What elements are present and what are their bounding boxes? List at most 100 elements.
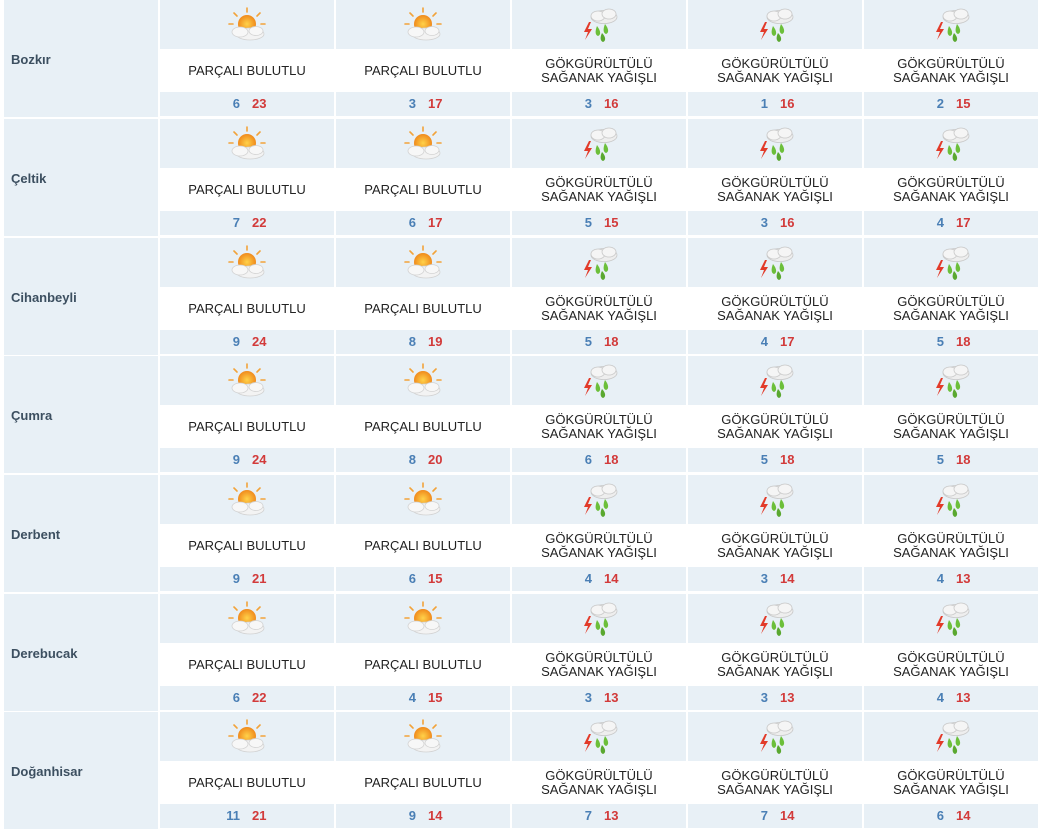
description-band: PARÇALI BULUTLU bbox=[160, 524, 334, 567]
temperature-band: 6 22 bbox=[160, 686, 334, 710]
partly-cloudy-icon bbox=[226, 244, 268, 282]
city-cell: Çeltik bbox=[4, 119, 158, 236]
temperature-band: 3 17 bbox=[336, 92, 510, 116]
max-temperature: 23 bbox=[252, 96, 267, 111]
max-temperature: 13 bbox=[956, 571, 971, 586]
max-temperature: 21 bbox=[252, 808, 267, 823]
forecast-row: Cihanbeyli PARÇALI BULUTLU 9 24 PARÇALI BU… bbox=[4, 238, 1038, 355]
min-temperature: 5 bbox=[760, 452, 768, 467]
partly-cloudy-icon bbox=[402, 362, 444, 400]
min-temperature: 8 bbox=[408, 452, 416, 467]
icon-band bbox=[688, 712, 862, 761]
description-band: GÖKGÜRÜLTÜLÜ SAĞANAK YAĞIŞLI bbox=[688, 168, 862, 211]
temperature-band: 4 17 bbox=[688, 330, 862, 354]
day-cell: PARÇALI BULUTLU 7 22 bbox=[160, 119, 334, 236]
icon-band bbox=[688, 356, 862, 405]
description-band: PARÇALI BULUTLU bbox=[336, 287, 510, 330]
description-band: GÖKGÜRÜLTÜLÜ SAĞANAK YAĞIŞLI bbox=[512, 761, 686, 804]
icon-band bbox=[160, 119, 334, 168]
weather-description: PARÇALI BULUTLU bbox=[188, 656, 306, 672]
description-band: GÖKGÜRÜLTÜLÜ SAĞANAK YAĞIŞLI bbox=[688, 49, 862, 92]
icon-band bbox=[688, 475, 862, 524]
weather-description: PARÇALI BULUTLU bbox=[364, 181, 482, 197]
city-name: Çumra bbox=[11, 408, 53, 423]
weather-description: PARÇALI BULUTLU bbox=[364, 656, 482, 672]
partly-cloudy-icon bbox=[402, 718, 444, 756]
temperature-band: 6 23 bbox=[160, 92, 334, 116]
temperature-band: 7 14 bbox=[688, 804, 862, 828]
temperature-band: 6 17 bbox=[336, 211, 510, 235]
icon-band bbox=[688, 238, 862, 287]
description-band: GÖKGÜRÜLTÜLÜ SAĞANAK YAĞIŞLI bbox=[512, 49, 686, 92]
max-temperature: 18 bbox=[956, 452, 971, 467]
icon-band bbox=[336, 238, 510, 287]
temperature-band: 1 16 bbox=[688, 92, 862, 116]
city-name: Derebucak bbox=[11, 646, 78, 661]
day-cell: PARÇALI BULUTLU 6 15 bbox=[336, 475, 510, 592]
icon-band bbox=[512, 0, 686, 49]
temperature-band: 5 18 bbox=[864, 448, 1038, 472]
icon-band bbox=[512, 238, 686, 287]
thunderstorm-icon bbox=[754, 481, 796, 519]
thunderstorm-icon bbox=[930, 6, 972, 44]
city-name: Bozkır bbox=[11, 52, 51, 67]
temperature-band: 5 18 bbox=[688, 448, 862, 472]
icon-band bbox=[864, 238, 1038, 287]
icon-band bbox=[160, 475, 334, 524]
weather-description: GÖKGÜRÜLTÜLÜ SAĞANAK YAĞIŞLI bbox=[541, 174, 657, 204]
temperature-band: 3 16 bbox=[688, 211, 862, 235]
thunderstorm-icon bbox=[930, 244, 972, 282]
max-temperature: 15 bbox=[428, 571, 443, 586]
day-cell: PARÇALI BULUTLU 9 24 bbox=[160, 238, 334, 355]
max-temperature: 17 bbox=[780, 334, 795, 349]
day-cell: GÖKGÜRÜLTÜLÜ SAĞANAK YAĞIŞLI 3 13 bbox=[688, 594, 862, 711]
thunderstorm-icon bbox=[578, 6, 620, 44]
temperature-band: 6 14 bbox=[864, 804, 1038, 828]
day-cell: GÖKGÜRÜLTÜLÜ SAĞANAK YAĞIŞLI 4 17 bbox=[864, 119, 1038, 236]
icon-band bbox=[864, 594, 1038, 643]
max-temperature: 21 bbox=[252, 571, 267, 586]
description-band: GÖKGÜRÜLTÜLÜ SAĞANAK YAĞIŞLI bbox=[688, 524, 862, 567]
day-cell: GÖKGÜRÜLTÜLÜ SAĞANAK YAĞIŞLI 4 13 bbox=[864, 594, 1038, 711]
thunderstorm-icon bbox=[578, 125, 620, 163]
thunderstorm-icon bbox=[930, 600, 972, 638]
temperature-band: 9 14 bbox=[336, 804, 510, 828]
max-temperature: 15 bbox=[956, 96, 971, 111]
city-name: Çeltik bbox=[11, 171, 47, 186]
thunderstorm-icon bbox=[930, 481, 972, 519]
description-band: PARÇALI BULUTLU bbox=[160, 49, 334, 92]
day-cell: PARÇALI BULUTLU 6 17 bbox=[336, 119, 510, 236]
weather-description: GÖKGÜRÜLTÜLÜ SAĞANAK YAĞIŞLI bbox=[893, 767, 1009, 797]
weather-description: GÖKGÜRÜLTÜLÜ SAĞANAK YAĞIŞLI bbox=[893, 530, 1009, 560]
city-cell: Cihanbeyli bbox=[4, 238, 158, 355]
max-temperature: 17 bbox=[428, 96, 443, 111]
min-temperature: 4 bbox=[408, 690, 416, 705]
icon-band bbox=[512, 594, 686, 643]
max-temperature: 24 bbox=[252, 452, 267, 467]
max-temperature: 14 bbox=[780, 808, 795, 823]
max-temperature: 17 bbox=[428, 215, 443, 230]
day-cell: GÖKGÜRÜLTÜLÜ SAĞANAK YAĞIŞLI 4 13 bbox=[864, 475, 1038, 592]
day-cell: GÖKGÜRÜLTÜLÜ SAĞANAK YAĞIŞLI 2 15 bbox=[864, 0, 1038, 117]
min-temperature: 4 bbox=[760, 334, 768, 349]
forecast-row: Doğanhisar PARÇALI BULUTLU 11 21 PARÇALI B… bbox=[4, 712, 1038, 829]
max-temperature: 16 bbox=[780, 96, 795, 111]
max-temperature: 19 bbox=[428, 334, 443, 349]
icon-band bbox=[864, 356, 1038, 405]
min-temperature: 9 bbox=[408, 808, 416, 823]
weather-description: PARÇALI BULUTLU bbox=[188, 418, 306, 434]
icon-band bbox=[160, 238, 334, 287]
min-temperature: 3 bbox=[584, 690, 592, 705]
partly-cloudy-icon bbox=[226, 600, 268, 638]
day-cell: PARÇALI BULUTLU 4 15 bbox=[336, 594, 510, 711]
min-temperature: 2 bbox=[936, 96, 944, 111]
min-temperature: 5 bbox=[584, 215, 592, 230]
description-band: PARÇALI BULUTLU bbox=[160, 761, 334, 804]
forecast-row: Çumra PARÇALI BULUTLU 9 24 PARÇALI BULUTLU… bbox=[4, 356, 1038, 473]
description-band: PARÇALI BULUTLU bbox=[336, 761, 510, 804]
min-temperature: 7 bbox=[584, 808, 592, 823]
min-temperature: 9 bbox=[232, 452, 240, 467]
temperature-band: 5 15 bbox=[512, 211, 686, 235]
description-band: PARÇALI BULUTLU bbox=[160, 643, 334, 686]
min-temperature: 6 bbox=[232, 96, 240, 111]
